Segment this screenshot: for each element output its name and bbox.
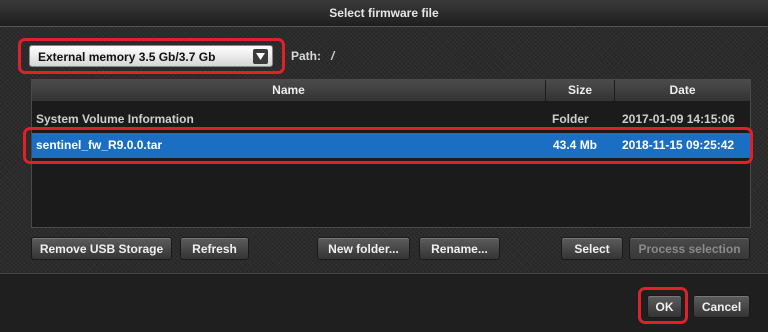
column-header-size[interactable]: Size bbox=[546, 80, 615, 101]
cancel-button[interactable]: Cancel bbox=[693, 295, 750, 318]
storage-highlight-box bbox=[18, 38, 285, 74]
path-label: Path: bbox=[291, 49, 321, 63]
process-selection-button[interactable]: Process selection bbox=[629, 237, 750, 260]
select-button[interactable]: Select bbox=[561, 237, 623, 260]
path-value: / bbox=[331, 49, 335, 63]
column-header-date[interactable]: Date bbox=[615, 80, 750, 101]
ok-highlight-box bbox=[638, 287, 688, 324]
column-header-name[interactable]: Name bbox=[32, 80, 546, 101]
remove-usb-storage-button[interactable]: Remove USB Storage bbox=[31, 237, 172, 260]
rename-button[interactable]: Rename... bbox=[419, 237, 500, 260]
selected-file-highlight-box bbox=[23, 127, 753, 164]
path-display: Path: / bbox=[291, 45, 334, 67]
table-header: Name Size Date bbox=[32, 80, 750, 101]
new-folder-button[interactable]: New folder... bbox=[317, 237, 410, 260]
dialog-title: Select firmware file bbox=[0, 0, 768, 27]
refresh-button[interactable]: Refresh bbox=[180, 237, 249, 260]
